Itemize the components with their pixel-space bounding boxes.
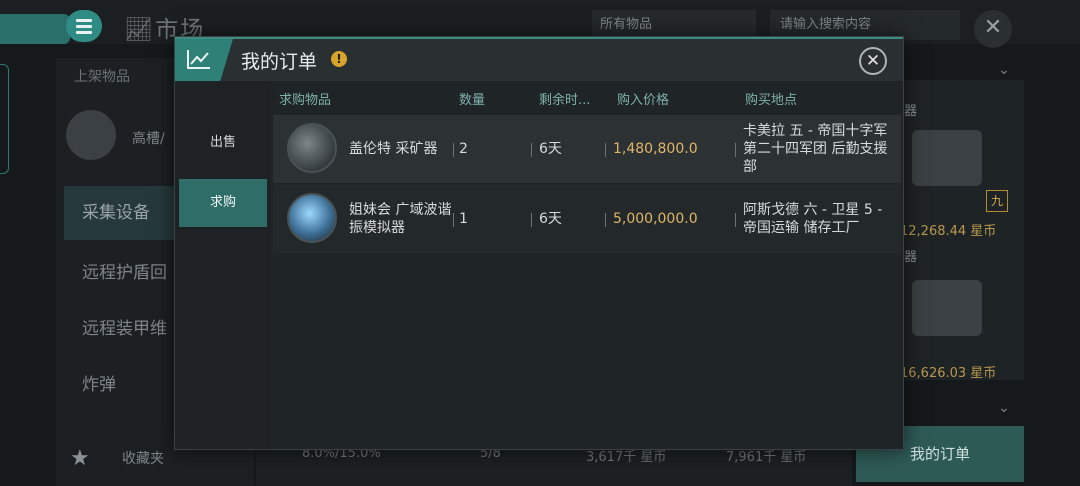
market-close-button[interactable]: ✕ bbox=[974, 10, 1012, 48]
divider bbox=[605, 143, 606, 157]
col-header-remaining: 剩余时... bbox=[539, 93, 591, 108]
card-thumb bbox=[912, 130, 982, 186]
dialog-close-button[interactable]: ✕ bbox=[859, 47, 887, 75]
col-header-price: 购入价格 bbox=[617, 93, 670, 108]
table-row[interactable]: 盖伦特 采矿器 2 6天 1,480,800.0 卡美拉 五 - 帝国十字军第二… bbox=[273, 115, 901, 183]
tier-badge: 九 bbox=[986, 190, 1008, 212]
order-item-name: 盖伦特 采矿器 bbox=[349, 141, 438, 157]
side-handle[interactable] bbox=[0, 64, 9, 174]
warning-icon[interactable]: ! bbox=[331, 51, 347, 67]
order-location: 阿斯戈德 六 - 卫星 5 - 帝国运输 储存工厂 bbox=[743, 202, 883, 236]
tab-buy[interactable]: 求购 bbox=[179, 179, 267, 227]
dialog-icon-badge bbox=[175, 39, 233, 81]
divider bbox=[531, 143, 532, 157]
trend-chart-icon bbox=[187, 50, 210, 69]
card-label: 器 bbox=[904, 250, 918, 265]
order-qty: 1 bbox=[459, 211, 468, 227]
dialog-title: 我的订单 bbox=[241, 51, 318, 73]
card-price: 12,268.44 星币 bbox=[900, 224, 997, 239]
card-thumb bbox=[912, 280, 982, 336]
chart-icon: 📈︎ bbox=[124, 17, 156, 43]
dialog-header: 我的订单 ! ✕ bbox=[175, 37, 903, 81]
order-location: 卡美拉 五 - 帝国十字军第二十四军团 后勤支援部 bbox=[743, 123, 888, 175]
scanner-probe-icon bbox=[287, 193, 337, 243]
favorites-label: 收藏夹 bbox=[122, 451, 164, 467]
slot-label: 高槽/ bbox=[132, 131, 165, 147]
order-qty: 2 bbox=[459, 141, 468, 157]
module-thumb bbox=[66, 110, 116, 160]
my-orders-dialog: 我的订单 ! ✕ 出售 求购 求购物品 数量 剩余时... 购入价格 购买地点 … bbox=[174, 36, 904, 450]
col-header-qty: 数量 bbox=[459, 93, 486, 108]
divider bbox=[735, 213, 736, 227]
order-item-name: 姐妹会 广域波谐振模拟器 bbox=[349, 202, 452, 236]
col-header-location: 购买地点 bbox=[745, 93, 798, 108]
divider bbox=[605, 213, 606, 227]
star-icon: ★ bbox=[70, 446, 90, 471]
order-price: 5,000,000.0 bbox=[613, 211, 698, 227]
order-price: 1,480,800.0 bbox=[613, 141, 698, 157]
mining-laser-icon bbox=[287, 123, 337, 173]
order-remaining: 6天 bbox=[539, 141, 562, 157]
listed-items-tab[interactable]: 上架物品 bbox=[74, 66, 130, 86]
col-header-item: 求购物品 bbox=[279, 93, 332, 108]
divider bbox=[531, 213, 532, 227]
chevron-down-icon[interactable]: ⌄ bbox=[998, 62, 1010, 78]
chevron-down-icon[interactable]: ⌄ bbox=[998, 400, 1010, 416]
divider bbox=[735, 143, 736, 157]
order-remaining: 6天 bbox=[539, 211, 562, 227]
divider bbox=[453, 213, 454, 227]
tab-sell[interactable]: 出售 bbox=[179, 119, 267, 167]
card-label: 器 bbox=[904, 104, 918, 119]
menu-button[interactable] bbox=[66, 10, 102, 42]
table-row[interactable]: 姐妹会 广域波谐振模拟器 1 6天 5,000,000.0 阿斯戈德 六 - 卫… bbox=[273, 185, 901, 253]
nav-tab-strip bbox=[0, 14, 70, 44]
order-type-tabs: 出售 求购 bbox=[175, 81, 271, 449]
divider bbox=[453, 143, 454, 157]
card-price: 16,626.03 星币 bbox=[900, 366, 997, 381]
